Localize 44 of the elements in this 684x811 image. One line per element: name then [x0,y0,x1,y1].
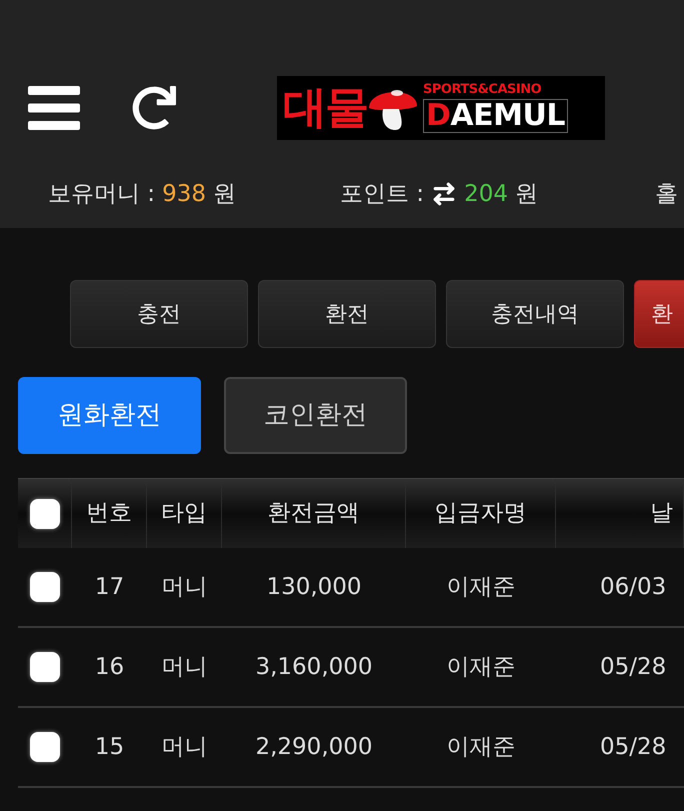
currency-unit: 원 [212,180,236,209]
row-checkbox[interactable] [30,572,60,602]
nav-button[interactable]: 충전 [70,280,248,348]
table-cell-text: 130,000 [266,572,362,602]
nav-button[interactable]: 충전내역 [446,280,624,348]
select-all-checkbox[interactable] [30,498,60,528]
logo[interactable]: 대물 SPORTS&CASINO DAEMUL [277,76,605,140]
logo-name: DAEMUL [423,99,568,133]
balance-label: 보유머니 : [48,180,156,209]
row-checkbox[interactable] [30,652,60,682]
column-header: 타입 [161,499,207,528]
balance-value: 938 [162,180,206,209]
table-cell-text: 05/28 [600,652,666,682]
table-cell-text: 05/28 [600,732,666,762]
table-cell-text: 머니 [162,652,208,682]
currency-unit: 원 [514,180,538,209]
column-header: 날 [650,499,673,528]
exchange-tab[interactable]: 원화환전 [18,377,201,454]
table-cell-text: 17 [94,572,124,602]
table-cell-text: 3,160,000 [255,652,373,682]
nav-button[interactable]: 환전 [258,280,436,348]
table-cell-text: 머니 [162,732,208,762]
exchange-arrows-icon[interactable] [431,181,458,207]
table-cell-text: 2,290,000 [255,732,373,762]
table-cell-text: 06/03 [600,572,666,602]
refresh-icon[interactable] [132,86,176,130]
menu-icon[interactable] [28,86,80,130]
balance-label: 포인트 : [340,180,424,209]
column-header: 번호 [86,499,132,528]
balance-value: 204 [464,180,508,209]
logo-wordmark: 대물 [283,86,367,130]
table-cell-text: 이재준 [446,572,516,602]
table-cell-text: 이재준 [446,652,516,682]
row-checkbox[interactable] [30,732,60,762]
table-cell-text: 이재준 [446,732,516,762]
logo-tagline: SPORTS&CASINO [423,83,542,96]
column-header: 환전금액 [268,499,360,528]
table-cell-text: 16 [94,652,124,682]
exchange-tab[interactable]: 코인환전 [224,377,407,454]
balance-label: 홀 [655,180,678,209]
table-cell-text: 15 [94,732,124,762]
nav-button[interactable]: 환 [634,280,684,348]
column-header: 입금자명 [434,499,526,528]
table-cell-text: 머니 [162,572,208,602]
